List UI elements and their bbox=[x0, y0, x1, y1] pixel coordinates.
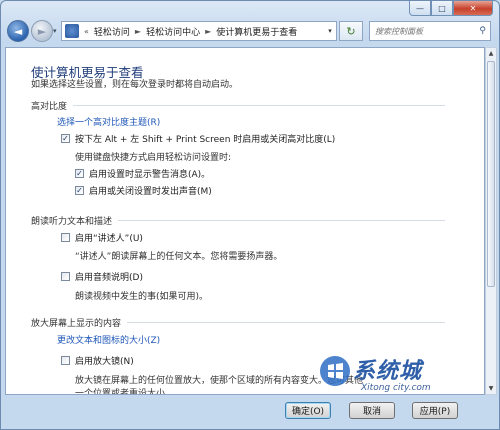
toggle-high-contrast-shortcut-checkbox[interactable]: ✓ 按下左 Alt + 左 Shift + Print Screen 时启用或关闭… bbox=[61, 132, 335, 145]
breadcrumb-ease-of-access-center[interactable]: 轻松访问中心 bbox=[143, 25, 203, 38]
section-high-contrast: 高对比度 bbox=[31, 99, 445, 112]
checkbox-label: 按下左 Alt + 左 Shift + Print Screen 时启用或关闭高… bbox=[75, 135, 336, 145]
change-text-size-link[interactable]: 更改文本和图标的大小(Z) bbox=[57, 333, 160, 346]
watermark-url: Xitong city.com bbox=[361, 383, 431, 393]
window: — □ ✕ ◄ ► ▾ « 轻松访问 ► 轻松访问中心 ► 使计算机更易于查看 … bbox=[0, 0, 500, 430]
checkbox-box[interactable]: ✓ bbox=[61, 134, 70, 143]
checkbox-label: 启用设置时显示警告消息(A)。 bbox=[89, 170, 211, 180]
page-subtitle: 如果选择这些设置，则在每次登录时都将自动启动。 bbox=[31, 80, 239, 90]
maximize-icon: □ bbox=[438, 3, 446, 13]
address-dropdown-icon[interactable]: ▾ bbox=[324, 27, 336, 35]
maximize-button[interactable]: □ bbox=[431, 1, 453, 16]
checkbox-label: 启用音频说明(D) bbox=[75, 273, 143, 283]
close-icon: ✕ bbox=[469, 3, 477, 13]
section-heading: 高对比度 bbox=[31, 102, 68, 112]
search-icon[interactable]: ⚲ bbox=[479, 26, 486, 36]
control-panel-icon bbox=[65, 24, 79, 38]
magnifier-description-line-2: 一个位置或者重设大小。 bbox=[75, 389, 175, 395]
watermark-logo-icon bbox=[320, 356, 350, 386]
checkbox-box[interactable]: ✓ bbox=[75, 169, 84, 178]
address-bar[interactable]: « 轻松访问 ► 轻松访问中心 ► 使计算机更易于查看 ▾ bbox=[61, 21, 337, 41]
section-heading: 朗读听力文本和描述 bbox=[31, 217, 113, 227]
recent-pages-dropdown[interactable]: ▾ bbox=[53, 27, 57, 35]
minimize-button[interactable]: — bbox=[409, 1, 431, 16]
checkbox-box[interactable] bbox=[61, 356, 70, 365]
back-button[interactable]: ◄ bbox=[7, 20, 29, 42]
warning-message-checkbox[interactable]: ✓ 启用设置时显示警告消息(A)。 bbox=[75, 167, 210, 180]
scroll-thumb[interactable] bbox=[487, 61, 495, 287]
shortcut-note: 使用键盘快捷方式启用轻松访问设置时: bbox=[75, 153, 232, 163]
breadcrumb-separator-icon[interactable]: ► bbox=[133, 27, 143, 36]
checkbox-box[interactable] bbox=[61, 272, 70, 281]
minimize-icon: — bbox=[416, 3, 424, 13]
breadcrumb-overflow[interactable]: « bbox=[82, 27, 91, 36]
audio-description-checkbox[interactable]: 启用音频说明(D) bbox=[61, 270, 143, 283]
checkbox-box[interactable]: ✓ bbox=[75, 186, 84, 195]
magnifier-description-part: 放大镜在屏幕上的任何位置放大，使那个区域的所有内容变大。您可 bbox=[75, 376, 346, 386]
checkbox-label: 启用“讲述人”(U) bbox=[75, 234, 143, 244]
choose-high-contrast-theme-link[interactable]: 选择一个高对比度主题(R) bbox=[57, 115, 160, 128]
checkbox-label: 启用放大镜(N) bbox=[75, 357, 134, 367]
section-divider bbox=[73, 105, 445, 106]
search-input[interactable] bbox=[370, 26, 475, 36]
scroll-down-icon[interactable]: ▼ bbox=[486, 383, 496, 394]
forward-button[interactable]: ► bbox=[31, 20, 53, 42]
caption-buttons: — □ ✕ bbox=[409, 1, 493, 16]
breadcrumb-separator-icon[interactable]: ► bbox=[203, 27, 213, 36]
sound-checkbox[interactable]: ✓ 启用或关闭设置时发出声音(M) bbox=[75, 184, 212, 197]
scroll-up-icon[interactable]: ▲ bbox=[486, 48, 496, 59]
search-box[interactable]: ⚲ bbox=[369, 21, 491, 41]
content-pane: 使计算机更易于查看 如果选择这些设置，则在每次登录时都将自动启动。 高对比度 选… bbox=[5, 47, 485, 395]
magnifier-checkbox[interactable]: 启用放大镜(N) bbox=[61, 354, 134, 367]
section-narration: 朗读听力文本和描述 bbox=[31, 214, 445, 227]
breadcrumb-current-page[interactable]: 使计算机更易于查看 bbox=[213, 25, 300, 38]
checkbox-box[interactable] bbox=[61, 233, 70, 242]
refresh-button[interactable]: ↻ bbox=[339, 21, 363, 41]
navigation-bar: ◄ ► ▾ « 轻松访问 ► 轻松访问中心 ► 使计算机更易于查看 ▾ ↻ ⚲ bbox=[5, 18, 493, 46]
watermark-brand: 系统城 bbox=[353, 359, 423, 384]
checkbox-label: 启用或关闭设置时发出声音(M) bbox=[89, 187, 212, 197]
close-button[interactable]: ✕ bbox=[453, 1, 493, 16]
breadcrumb-ease-of-access[interactable]: 轻松访问 bbox=[91, 25, 133, 38]
audio-description-note: 朗读视频中发生的事(如果可用)。 bbox=[75, 292, 209, 302]
section-divider bbox=[127, 322, 445, 323]
watermark: 系统城 Xitong city.com bbox=[319, 353, 469, 405]
narrator-checkbox[interactable]: 启用“讲述人”(U) bbox=[61, 231, 143, 244]
forward-arrow-icon: ► bbox=[37, 24, 47, 38]
vertical-scrollbar[interactable]: ▲ ▼ bbox=[485, 47, 497, 395]
back-arrow-icon: ◄ bbox=[13, 24, 23, 38]
section-magnify: 放大屏幕上显示的内容 bbox=[31, 316, 445, 329]
section-divider bbox=[118, 220, 445, 221]
section-heading: 放大屏幕上显示的内容 bbox=[31, 319, 122, 329]
refresh-icon: ↻ bbox=[346, 24, 356, 38]
narrator-description: “讲述人”朗读屏幕上的任何文本。您将需要扬声器。 bbox=[75, 252, 283, 262]
